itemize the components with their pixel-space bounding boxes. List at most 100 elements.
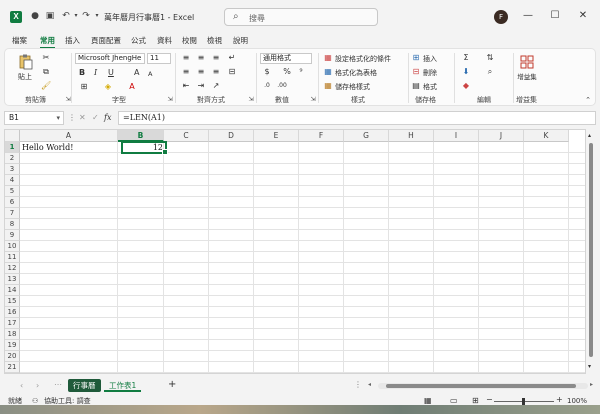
scroll-down-icon[interactable]: ▾ xyxy=(588,362,591,372)
tab-formulas[interactable]: 公式 xyxy=(131,35,146,46)
copy-icon[interactable]: ⧉ xyxy=(41,67,51,77)
row-header-3[interactable]: 3 xyxy=(5,164,20,175)
merge-center-icon[interactable]: ⊟ xyxy=(227,67,237,77)
prev-sheet-icon[interactable]: ‹ xyxy=(20,381,23,391)
format-painter-icon[interactable]: 🖌 xyxy=(41,81,51,91)
bold-button[interactable]: B xyxy=(79,68,85,78)
orientation-icon[interactable]: ↗ xyxy=(211,81,221,91)
save-icon[interactable]: ▣ xyxy=(44,10,56,22)
decrease-indent-icon[interactable]: ⇤ xyxy=(181,81,191,91)
align-center-icon[interactable]: ≡ xyxy=(196,67,206,77)
column-header-h[interactable]: H xyxy=(389,130,434,142)
percent-style-icon[interactable]: % xyxy=(282,67,292,77)
alignment-launcher-icon[interactable]: ⇲ xyxy=(246,95,256,105)
column-header-j[interactable]: J xyxy=(479,130,524,142)
font-launcher-icon[interactable]: ⇲ xyxy=(165,95,175,105)
increase-indent-icon[interactable]: ⇥ xyxy=(196,81,206,91)
row-header-14[interactable]: 14 xyxy=(5,285,20,296)
column-header-i[interactable]: I xyxy=(434,130,479,142)
formula-bar-more-icon[interactable]: ⋮ xyxy=(68,113,76,123)
borders-icon[interactable]: ⊞ xyxy=(79,82,89,92)
autosave-icon[interactable]: ● xyxy=(29,10,41,22)
column-header-k[interactable]: K xyxy=(524,130,569,142)
tab-file[interactable]: 檔案 xyxy=(12,35,27,46)
align-middle-icon[interactable]: ≡ xyxy=(196,53,206,63)
cancel-icon[interactable]: ✕ xyxy=(79,113,86,123)
vertical-scroll-thumb[interactable] xyxy=(589,143,593,357)
row-header-8[interactable]: 8 xyxy=(5,219,20,230)
column-header-e[interactable]: E xyxy=(254,130,299,142)
row-header-12[interactable]: 12 xyxy=(5,263,20,274)
tab-page-layout[interactable]: 頁面配置 xyxy=(91,35,121,46)
search-box[interactable]: ⌕ 搜尋 xyxy=(224,8,378,26)
format-table-button[interactable]: 格式化為表格 xyxy=(335,68,377,78)
delete-cells-button[interactable]: 刪除 xyxy=(423,68,437,78)
row-header-4[interactable]: 4 xyxy=(5,175,20,186)
font-color-icon[interactable]: A xyxy=(127,82,137,92)
add-ins-button[interactable]: 增益集 xyxy=(517,72,537,82)
paste-icon[interactable] xyxy=(19,54,33,70)
enter-icon[interactable]: ✓ xyxy=(92,113,99,123)
conditional-format-button[interactable]: 設定格式化的條件 xyxy=(335,54,391,64)
row-header-9[interactable]: 9 xyxy=(5,230,20,241)
increase-decimal-icon[interactable]: .0 xyxy=(262,81,272,91)
zoom-slider-knob[interactable] xyxy=(522,398,525,405)
row-header-7[interactable]: 7 xyxy=(5,208,20,219)
horizontal-scroll-thumb[interactable] xyxy=(386,384,576,388)
collapse-ribbon-icon[interactable]: ⌃ xyxy=(583,95,593,105)
sheet-menu-icon[interactable]: ⋯ xyxy=(54,380,62,390)
column-header-g[interactable]: G xyxy=(344,130,389,142)
minimize-icon[interactable]: — xyxy=(521,9,535,23)
wrap-text-icon[interactable]: ↵ xyxy=(227,53,237,63)
scroll-right-icon[interactable]: ▸ xyxy=(590,380,593,390)
font-size-box[interactable]: 11 xyxy=(147,53,171,64)
align-right-icon[interactable]: ≡ xyxy=(211,67,221,77)
maximize-icon[interactable]: ☐ xyxy=(548,9,562,23)
format-cells-button[interactable]: 格式 xyxy=(423,82,437,92)
row-header-21[interactable]: 21 xyxy=(5,362,20,373)
row-header-16[interactable]: 16 xyxy=(5,307,20,318)
tab-home[interactable]: 常用 xyxy=(40,35,55,49)
row-header-19[interactable]: 19 xyxy=(5,340,20,351)
column-header-f[interactable]: F xyxy=(299,130,344,142)
tab-insert[interactable]: 插入 xyxy=(65,35,80,46)
vertical-scrollbar[interactable]: ▴ ▾ xyxy=(586,129,596,374)
sort-filter-icon[interactable]: ⇅ xyxy=(485,53,495,63)
avatar[interactable]: F xyxy=(494,10,508,24)
align-top-icon[interactable]: ≡ xyxy=(181,53,191,63)
autosum-icon[interactable]: Σ xyxy=(461,53,471,63)
row-header-18[interactable]: 18 xyxy=(5,329,20,340)
tab-help[interactable]: 說明 xyxy=(233,35,248,46)
row-header-1[interactable]: 1 xyxy=(5,142,20,153)
customize-qat-icon[interactable]: ▾ xyxy=(91,10,103,22)
insert-cells-button[interactable]: 插入 xyxy=(423,54,437,64)
add-sheet-icon[interactable]: + xyxy=(168,380,176,390)
horizontal-scrollbar[interactable] xyxy=(378,383,588,389)
column-header-c[interactable]: C xyxy=(164,130,209,142)
sheet-bar-more-icon[interactable]: ⋮ xyxy=(354,380,362,390)
font-name-box[interactable]: Microsoft JhengHe xyxy=(75,53,145,64)
formula-input[interactable]: =LEN(A1) xyxy=(118,111,596,125)
next-sheet-icon[interactable]: › xyxy=(36,381,39,391)
column-header-d[interactable]: D xyxy=(209,130,254,142)
sheet-tab-sheet1[interactable]: 工作表1 xyxy=(104,379,142,392)
underline-button[interactable]: U xyxy=(108,68,114,78)
align-left-icon[interactable]: ≡ xyxy=(181,67,191,77)
find-select-icon[interactable]: ⌕ xyxy=(485,67,495,77)
worksheet-grid[interactable]: ABCDEFGHIJK 1 2 3 4 5 6 7 8 9 10 11 12 13 14 15 16 17 18 1… xyxy=(4,129,586,374)
row-header-11[interactable]: 11 xyxy=(5,252,20,263)
fill-color-icon[interactable]: ◈ xyxy=(103,82,113,92)
align-bottom-icon[interactable]: ≡ xyxy=(211,53,221,63)
decrease-decimal-icon[interactable]: .00 xyxy=(277,81,287,91)
name-box[interactable]: B1 ▾ xyxy=(4,111,64,125)
tab-data[interactable]: 資料 xyxy=(157,35,172,46)
number-launcher-icon[interactable]: ⇲ xyxy=(308,95,318,105)
add-ins-icon[interactable] xyxy=(520,54,534,70)
row-header-13[interactable]: 13 xyxy=(5,274,20,285)
cell-styles-button[interactable]: 儲存格樣式 xyxy=(335,82,370,92)
zoom-out-icon[interactable]: − xyxy=(486,395,493,405)
paste-label[interactable]: 貼上 xyxy=(18,72,32,82)
cut-icon[interactable]: ✂ xyxy=(41,53,51,63)
row-header-2[interactable]: 2 xyxy=(5,153,20,164)
row-header-17[interactable]: 17 xyxy=(5,318,20,329)
